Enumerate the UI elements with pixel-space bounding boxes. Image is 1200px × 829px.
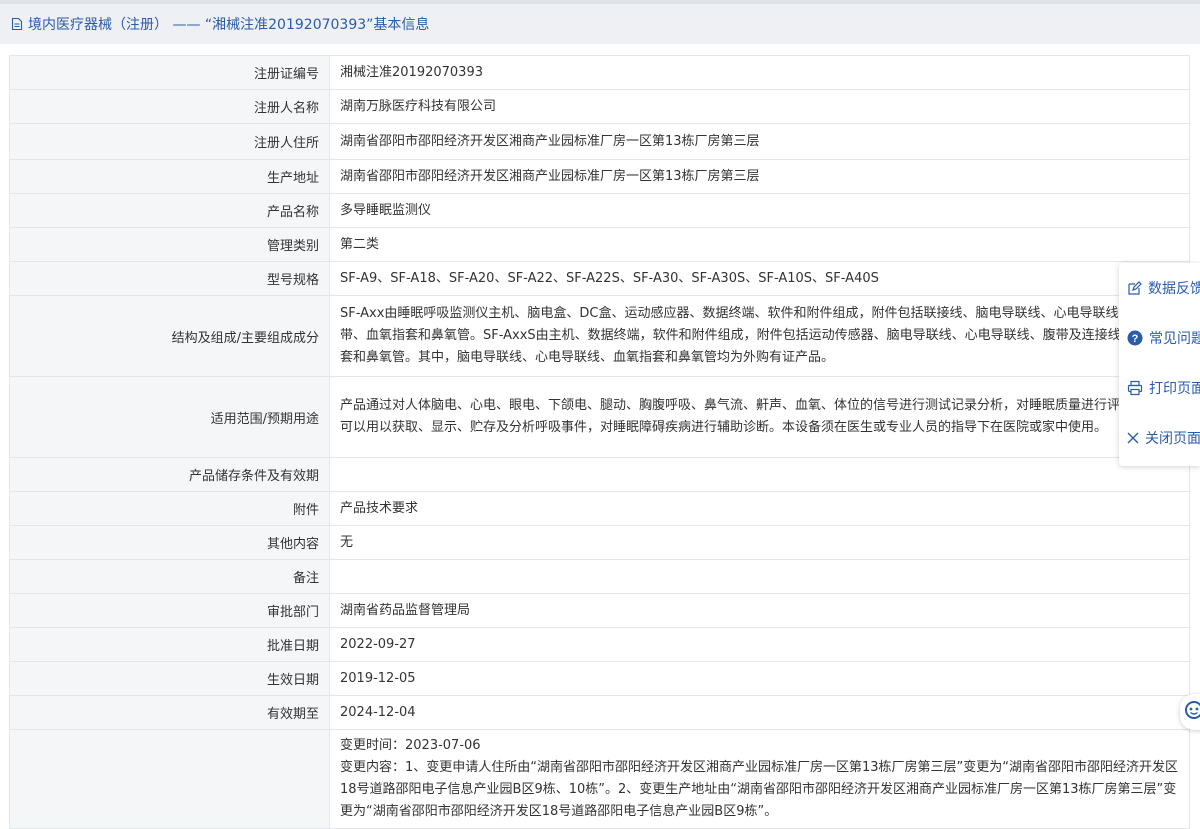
page-header: 境内医疗器械（注册） —— “湘械注准20192070393”基本信息 xyxy=(0,0,1200,44)
row-label: 结构及组成/主要组成成分 xyxy=(9,295,330,377)
row-label: 生效日期 xyxy=(9,661,330,696)
row-label: 注册证编号 xyxy=(9,55,330,90)
close-label: 关闭页面 xyxy=(1145,431,1200,447)
row-label: 备注 xyxy=(9,559,330,594)
question-icon: ? xyxy=(1127,330,1143,346)
assistant-icon xyxy=(1184,700,1200,724)
table-row: 备注 xyxy=(9,559,1190,594)
table-row: 注册证编号 湘械注准20192070393 xyxy=(9,55,1190,90)
row-value: 2019-12-05 xyxy=(329,661,1190,696)
table-row: 生产地址 湖南省邵阳市邵阳经济开发区湘商产业园标准厂房一区第13栋厂房第三层 xyxy=(9,159,1190,194)
row-label xyxy=(9,729,330,829)
edit-icon xyxy=(1127,280,1142,296)
feedback-button[interactable]: 数据反馈 xyxy=(1119,263,1200,313)
floating-assistant-button[interactable] xyxy=(1180,694,1200,730)
row-label: 有效期至 xyxy=(9,695,330,730)
table-row: 产品储存条件及有效期 xyxy=(9,457,1190,492)
document-icon xyxy=(10,17,24,31)
table-row: 生效日期 2019-12-05 xyxy=(9,661,1190,696)
row-value: 湘械注准20192070393 xyxy=(329,55,1190,90)
row-value xyxy=(329,559,1190,594)
row-value: 产品技术要求 xyxy=(329,491,1190,526)
row-value: 产品通过对人体脑电、心电、眼电、下颌电、腿动、胸腹呼吸、鼻气流、鼾声、血氧、体位… xyxy=(329,376,1190,458)
table-row: 适用范围/预期用途 产品通过对人体脑电、心电、眼电、下颌电、腿动、胸腹呼吸、鼻气流… xyxy=(9,376,1190,458)
table-row-change-log: 变更时间：2023-07-06 变更内容：1、变更申请人住所由“湖南省邵阳市邵阳… xyxy=(9,729,1190,829)
row-value: 湖南省邵阳市邵阳经济开发区湘商产业园标准厂房一区第13栋厂房第三层 xyxy=(329,123,1190,160)
table-row: 型号规格 SF-A9、SF-A18、SF-A20、SF-A22、SF-A22S、S… xyxy=(9,261,1190,296)
row-label: 产品储存条件及有效期 xyxy=(9,457,330,492)
row-label: 管理类别 xyxy=(9,227,330,262)
table-row: 管理类别 第二类 xyxy=(9,227,1190,262)
table-row: 注册人名称 湖南万脉医疗科技有限公司 xyxy=(9,89,1190,124)
row-value: 多导睡眠监测仪 xyxy=(329,193,1190,228)
info-table-wrapper: 注册证编号 湘械注准20192070393 注册人名称 湖南万脉医疗科技有限公司 注… xyxy=(9,55,1190,829)
row-value: 湖南省邵阳市邵阳经济开发区湘商产业园标准厂房一区第13栋厂房第三层 xyxy=(329,159,1190,194)
change-log: 变更时间：2023-07-06 变更内容：1、变更申请人住所由“湖南省邵阳市邵阳… xyxy=(329,729,1190,829)
print-button[interactable]: 打印页面 xyxy=(1119,363,1200,413)
close-page-button[interactable]: 关闭页面 xyxy=(1119,413,1200,463)
row-value: 无 xyxy=(329,525,1190,560)
table-row: 注册人住所 湖南省邵阳市邵阳经济开发区湘商产业园标准厂房一区第13栋厂房第三层 xyxy=(9,123,1190,160)
row-label: 批准日期 xyxy=(9,627,330,662)
row-value: 湖南省药品监督管理局 xyxy=(329,593,1190,628)
row-value: SF-Axx由睡眠呼吸监测仪主机、脑电盒、DC盒、运动感应器、数据终端、软件和附… xyxy=(329,295,1190,377)
row-value: 湖南万脉医疗科技有限公司 xyxy=(329,89,1190,124)
row-value xyxy=(329,457,1190,492)
row-label: 其他内容 xyxy=(9,525,330,560)
row-value: 第二类 xyxy=(329,227,1190,262)
row-label: 附件 xyxy=(9,491,330,526)
row-value: 2022-09-27 xyxy=(329,627,1190,662)
row-label: 产品名称 xyxy=(9,193,330,228)
row-value: 2024-12-04 xyxy=(329,695,1190,730)
page-title: 境内医疗器械（注册） —— “湘械注准20192070393”基本信息 xyxy=(28,17,430,33)
close-icon xyxy=(1127,430,1139,446)
table-row: 批准日期 2022-09-27 xyxy=(9,627,1190,662)
print-label: 打印页面 xyxy=(1149,381,1200,397)
table-row: 有效期至 2024-12-04 xyxy=(9,695,1190,730)
change-time: 变更时间：2023-07-06 xyxy=(340,738,481,753)
row-label: 审批部门 xyxy=(9,593,330,628)
change-content: 变更内容：1、变更申请人住所由“湖南省邵阳市邵阳经济开发区湘商产业园标准厂房一区… xyxy=(340,760,1179,819)
side-menu: 数据反馈 ? 常见问题 打印页面 关闭页面 xyxy=(1119,263,1200,466)
row-value: SF-A9、SF-A18、SF-A20、SF-A22、SF-A22S、SF-A3… xyxy=(329,261,1190,296)
info-table: 注册证编号 湘械注准20192070393 注册人名称 湖南万脉医疗科技有限公司 注… xyxy=(9,55,1190,829)
feedback-label: 数据反馈 xyxy=(1148,281,1200,297)
table-row: 其他内容无 xyxy=(9,525,1190,560)
row-label: 生产地址 xyxy=(9,159,330,194)
table-row: 审批部门 湖南省药品监督管理局 xyxy=(9,593,1190,628)
table-row: 结构及组成/主要组成成分 SF-Axx由睡眠呼吸监测仪主机、脑电盒、DC盒、运动感… xyxy=(9,295,1190,377)
row-label: 注册人住所 xyxy=(9,123,330,160)
row-label: 适用范围/预期用途 xyxy=(9,376,330,458)
table-row: 产品名称 多导睡眠监测仪 xyxy=(9,193,1190,228)
svg-text:?: ? xyxy=(1132,333,1139,345)
printer-icon xyxy=(1127,380,1143,396)
row-label: 注册人名称 xyxy=(9,89,330,124)
row-label: 型号规格 xyxy=(9,261,330,296)
table-row: 附件 产品技术要求 xyxy=(9,491,1190,526)
faq-label: 常见问题 xyxy=(1149,331,1200,347)
faq-button[interactable]: ? 常见问题 xyxy=(1119,313,1200,363)
